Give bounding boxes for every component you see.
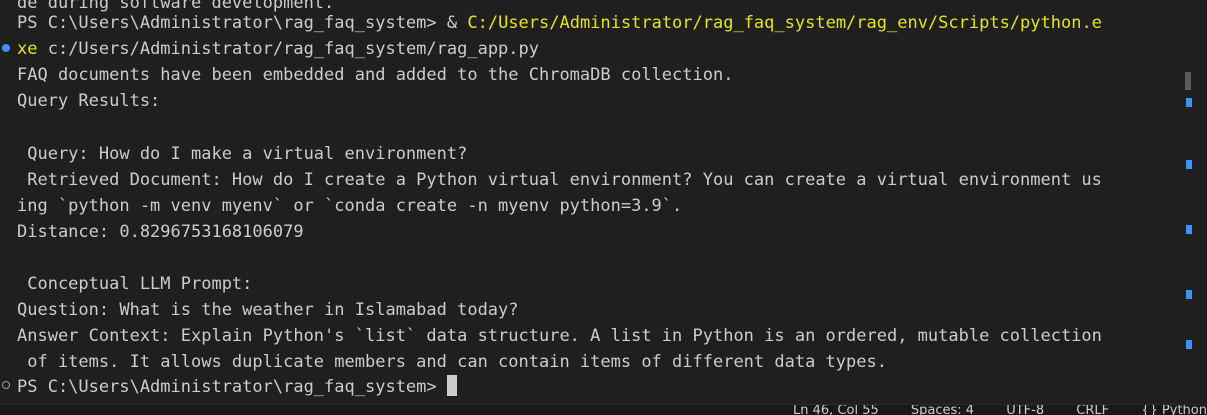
- overview-ruler-mark: [1186, 225, 1192, 234]
- python-executable-path: C:/Users/Administrator/rag_faq_system/ra…: [467, 13, 1102, 33]
- overview-ruler-mark: [1186, 160, 1192, 169]
- command-success-decoration-icon[interactable]: [2, 44, 10, 52]
- terminal-cursor: [446, 375, 457, 396]
- terminal-prompt-final: PS C:\Users\Administrator\rag_faq_system…: [17, 377, 447, 397]
- terminal-output-distance: Distance: 0.8296753168106079: [17, 222, 304, 242]
- python-executable-path-wrap: xe: [17, 39, 38, 59]
- terminal-prompt: PS C:\Users\Administrator\rag_faq_system…: [17, 13, 447, 33]
- terminal-command-line-wrap: xe c:/Users/Administrator/rag_faq_system…: [17, 36, 539, 62]
- terminal-output-answer: Answer Context: Explain Python's `list` …: [17, 326, 1102, 346]
- terminal-output-prompt-header: Conceptual LLM Prompt:: [17, 274, 253, 294]
- status-bar: Ln 46, Col 55 Spaces: 4 UTF-8 CRLF {} Py…: [0, 404, 1207, 415]
- terminal-command-line: PS C:\Users\Administrator\rag_faq_system…: [17, 10, 1102, 36]
- terminal-output-answer-wrap: of items. It allows duplicate members an…: [17, 352, 887, 372]
- command-ampersand: &: [446, 13, 468, 33]
- terminal-output-query-results: Query Results:: [17, 91, 161, 111]
- overview-ruler-mark: [1186, 340, 1192, 349]
- command-pending-decoration-icon[interactable]: [2, 381, 10, 389]
- terminal-output-retrieved-wrap: ing `python -m venv myenv` or `conda cre…: [17, 196, 683, 216]
- status-encoding[interactable]: UTF-8: [1006, 405, 1044, 415]
- terminal-scrollbar-thumb[interactable]: [1185, 72, 1191, 90]
- status-indentation[interactable]: Spaces: 4: [911, 405, 974, 415]
- terminal-output-retrieved: Retrieved Document: How do I create a Py…: [17, 170, 1102, 190]
- terminal-panel[interactable]: de during software development. PS C:\Us…: [0, 0, 1207, 404]
- overview-ruler-mark: [1186, 290, 1192, 299]
- status-cursor-position[interactable]: Ln 46, Col 55: [793, 405, 879, 415]
- terminal-output-question: Question: What is the weather in Islamab…: [17, 300, 519, 320]
- script-argument: c:/Users/Administrator/rag_faq_system/ra…: [37, 39, 539, 59]
- terminal-active-prompt[interactable]: PS C:\Users\Administrator\rag_faq_system…: [17, 374, 457, 400]
- overview-ruler-mark: [1186, 98, 1192, 107]
- terminal-output-embedded: FAQ documents have been embedded and add…: [17, 65, 734, 85]
- status-language-mode[interactable]: {} Python: [1141, 405, 1207, 415]
- terminal-output-query: Query: How do I make a virtual environme…: [17, 144, 468, 164]
- status-eol[interactable]: CRLF: [1076, 405, 1109, 415]
